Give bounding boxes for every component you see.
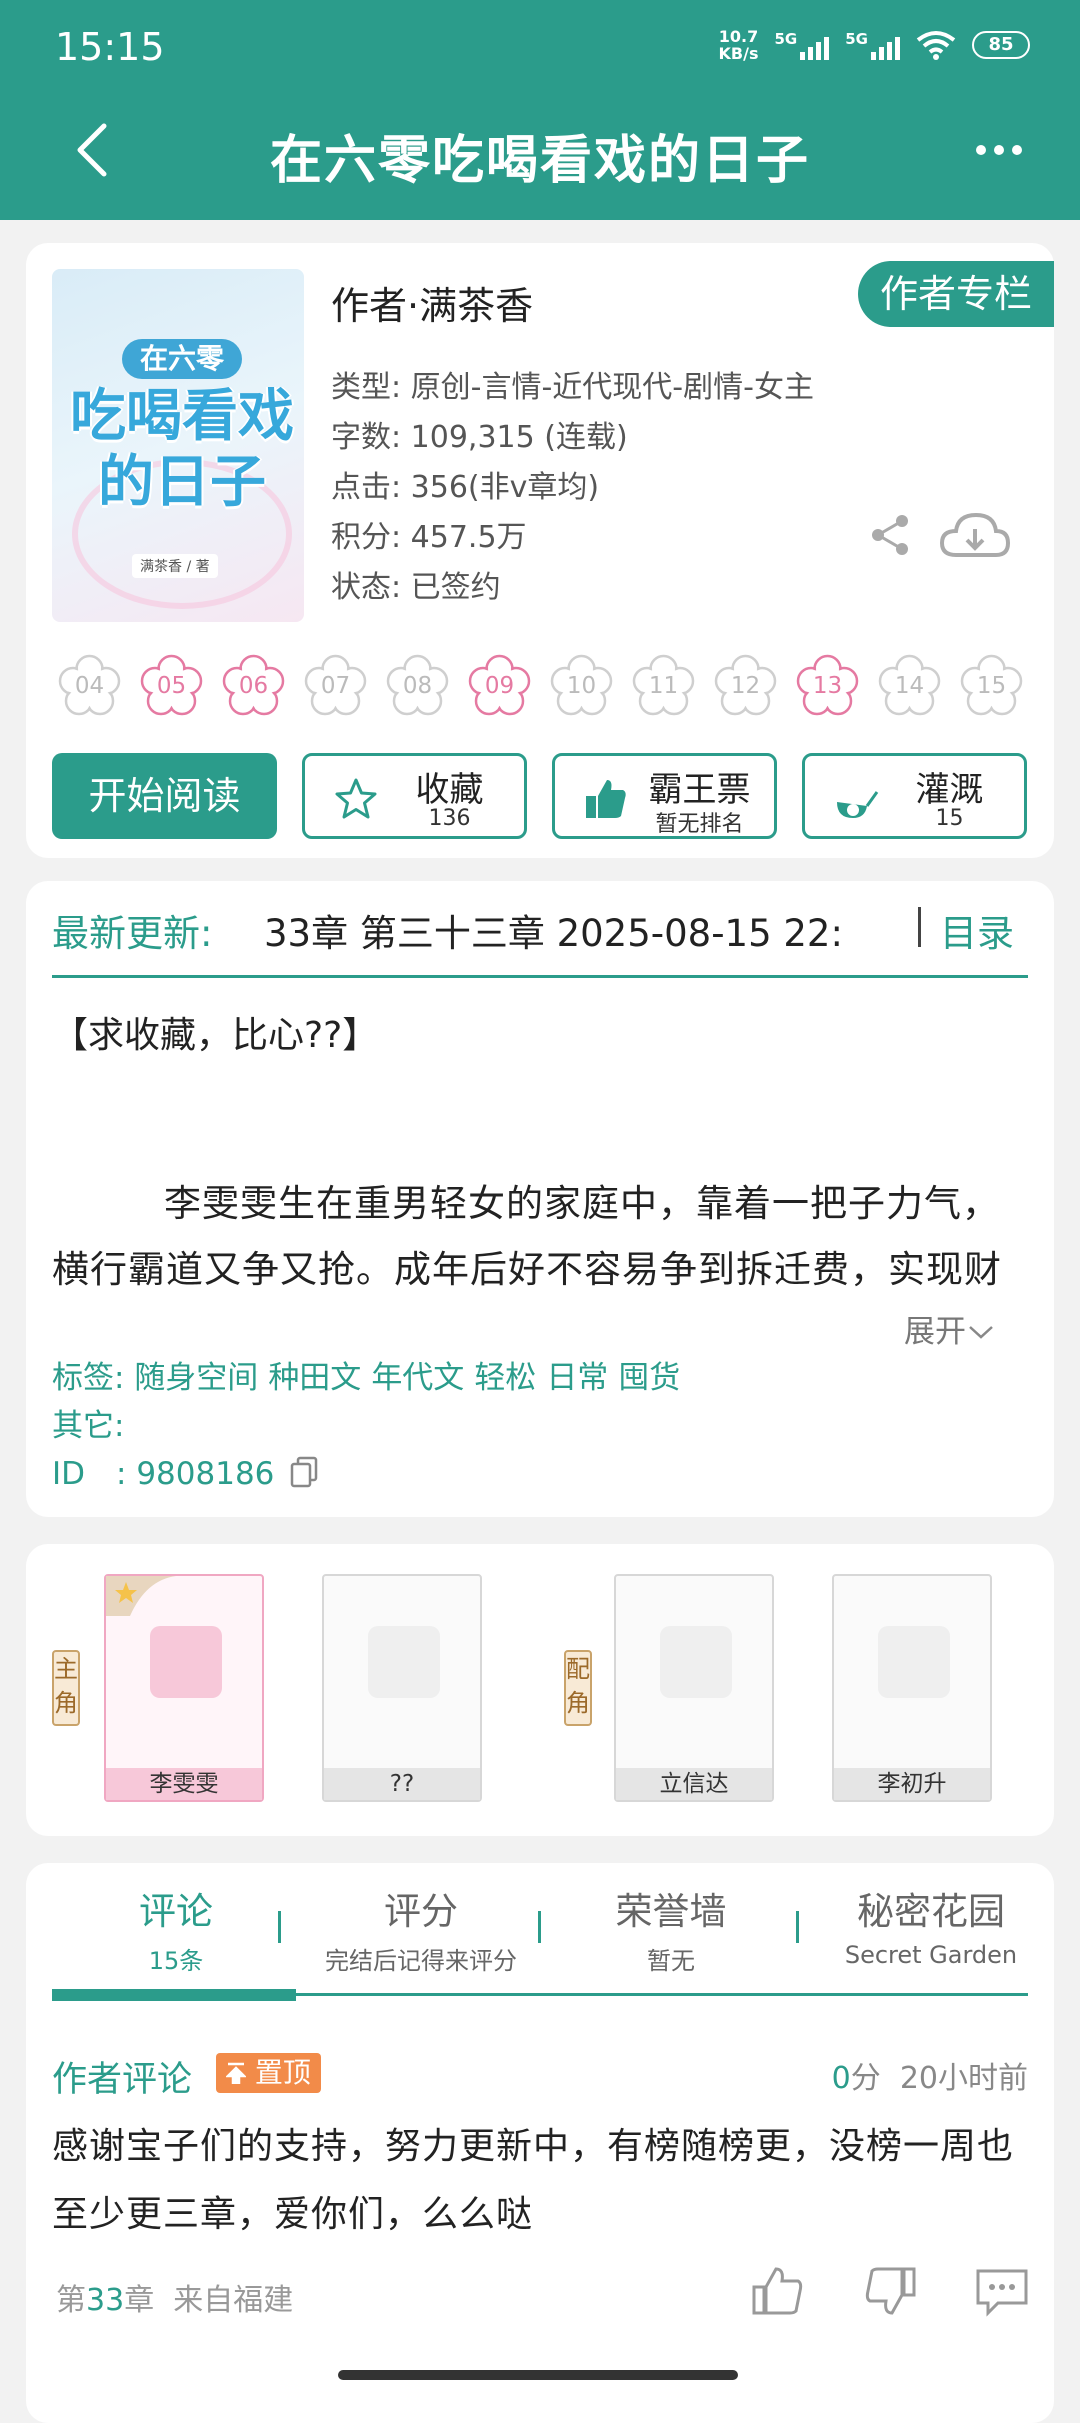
other-label: 其它: bbox=[52, 1408, 125, 1444]
author-comment-label: 作者评论 bbox=[52, 2060, 193, 2100]
tab-divider bbox=[278, 1911, 281, 1943]
more-dots-icon[interactable] bbox=[976, 145, 1022, 155]
avatar bbox=[660, 1626, 732, 1698]
net-speed: 10.7 KB/s bbox=[718, 27, 759, 63]
tag[interactable]: 年代文 bbox=[371, 1360, 464, 1396]
star-badge-icon bbox=[106, 1576, 176, 1616]
action-row: 开始阅读 收藏 136 霸王票 暂无排名 灌溉 15 bbox=[52, 753, 1027, 839]
flower-icon: 12 bbox=[712, 653, 779, 720]
latest-update-row[interactable]: 最新更新: 33章 第三十三章 2025-08-15 22: 目录 bbox=[52, 903, 1028, 953]
flower-icon: 11 bbox=[630, 653, 697, 720]
home-indicator[interactable] bbox=[338, 2370, 738, 2380]
intro-title: 【求收藏，比心??】 bbox=[52, 1015, 379, 1056]
role-card[interactable]: 立信达 bbox=[614, 1574, 774, 1802]
latest-update-label: 最新更新: bbox=[52, 912, 213, 953]
support-role-tag: 配角 bbox=[564, 1650, 592, 1726]
status-icons: 10.7 KB/s 5G 5G 85 bbox=[719, 28, 1030, 62]
latest-update-card: 最新更新: 33章 第三十三章 2025-08-15 22: 目录 【求收藏，比… bbox=[26, 881, 1054, 1517]
battery-icon: 85 bbox=[972, 31, 1030, 59]
tab-divider bbox=[796, 1911, 799, 1943]
roles-card: 主角 李雯雯 ?? 配角 立信达 李初升 bbox=[26, 1544, 1054, 1836]
favorite-button[interactable]: 收藏 136 bbox=[302, 753, 527, 839]
flower-icon: 04 bbox=[56, 653, 123, 720]
flower-rating-row: 04 05 06 07 08 09 10 11 12 13 14 15 bbox=[56, 653, 1025, 720]
flower-icon: 08 bbox=[384, 653, 451, 720]
avatar bbox=[368, 1626, 440, 1698]
water-button[interactable]: 灌溉 15 bbox=[802, 753, 1027, 839]
ticket-button[interactable]: 霸王票 暂无排名 bbox=[552, 753, 777, 839]
comment-body: 感谢宝子们的支持，努力更新中，有榜随榜更，没榜一周也至少更三章，爱你们，么么哒 bbox=[52, 2126, 1015, 2235]
start-reading-button[interactable]: 开始阅读 bbox=[52, 753, 277, 839]
download-cloud-icon[interactable] bbox=[938, 509, 1012, 563]
author-name[interactable]: 作者·满茶香 bbox=[331, 275, 533, 330]
flower-icon: 10 bbox=[548, 653, 615, 720]
tags-section: 标签: 随身空间 种田文 年代文 轻松 日常 囤货 其它: ID : 9808186 bbox=[52, 1354, 690, 1498]
signal-icon: 5G bbox=[845, 30, 900, 60]
status-time: 15:15 bbox=[55, 25, 165, 69]
tag[interactable]: 轻松 bbox=[474, 1360, 536, 1396]
top-bar: 15:15 10.7 KB/s 5G 5G 85 在六零吃喝看戏的日子 bbox=[0, 0, 1080, 220]
tab-indicator bbox=[52, 1989, 296, 2001]
page-title: 在六零吃喝看戏的日子 bbox=[269, 131, 810, 191]
flower-icon: 06 bbox=[220, 653, 287, 720]
flower-icon: 15 bbox=[958, 653, 1025, 720]
flower-icon: 09 bbox=[466, 653, 533, 720]
tab-secret-garden[interactable]: 秘密花园 Secret Garden bbox=[816, 1881, 1046, 1969]
tag[interactable]: 随身空间 bbox=[134, 1360, 258, 1396]
role-card[interactable]: ?? bbox=[322, 1574, 482, 1802]
intro-body: 李雯雯生在重男轻女的家庭中，靠着一把子力气，横行霸道又争又抢。成年后好不容易争到… bbox=[52, 1182, 1002, 1291]
like-icon[interactable] bbox=[750, 2263, 806, 2319]
book-id: ID : 9808186 bbox=[52, 1450, 690, 1498]
pinned-badge: 置顶 bbox=[216, 2053, 321, 2093]
toc-link[interactable]: 目录 bbox=[940, 903, 1014, 953]
tab-divider bbox=[538, 1911, 541, 1943]
comment-meta: 0分 20小时前 bbox=[831, 2061, 1028, 2096]
flower-icon: 14 bbox=[876, 653, 943, 720]
role-card[interactable]: 李雯雯 bbox=[104, 1574, 264, 1802]
flower-icon: 07 bbox=[302, 653, 369, 720]
share-icon[interactable] bbox=[868, 513, 912, 557]
cover-title: 吃喝看戏的日子 bbox=[70, 384, 294, 515]
divider bbox=[52, 975, 1028, 978]
avatar bbox=[150, 1626, 222, 1698]
chevron-down-icon bbox=[969, 1326, 993, 1339]
flower-icon: 13 bbox=[794, 653, 861, 720]
tag[interactable]: 种田文 bbox=[268, 1360, 361, 1396]
expand-button[interactable]: 展开 bbox=[904, 1306, 996, 1351]
tab-comments[interactable]: 评论 15条 bbox=[76, 1881, 276, 1976]
pin-arrow-icon bbox=[224, 2062, 248, 2085]
tab-honor-wall[interactable]: 荣誉墙 暂无 bbox=[556, 1881, 786, 1976]
cover-author: 满茶香 / 著 bbox=[132, 554, 218, 578]
reply-bubble-icon[interactable] bbox=[974, 2263, 1030, 2319]
comments-card: 评论 15条 评分 完结后记得来评分 荣誉墙 暂无 秘密花园 Secret Garden… bbox=[26, 1863, 1054, 2423]
dislike-icon[interactable] bbox=[862, 2263, 918, 2319]
role-card[interactable]: 李初升 bbox=[832, 1574, 992, 1802]
book-cover[interactable]: 在六零 吃喝看戏的日子 满茶香 / 著 bbox=[52, 269, 304, 622]
tag[interactable]: 日常 bbox=[546, 1360, 608, 1396]
copy-icon[interactable] bbox=[290, 1456, 318, 1488]
comment-footer: 第33章 来自福建 bbox=[56, 2283, 294, 2318]
flower-icon: 05 bbox=[138, 653, 205, 720]
avatar bbox=[878, 1626, 950, 1698]
book-meta: 类型: 原创-言情-近代现代-剧情-女主 字数: 109,315 (连载) 点击… bbox=[331, 370, 814, 605]
latest-update-text[interactable]: 33章 第三十三章 2025-08-15 22: bbox=[264, 903, 914, 953]
tab-rating[interactable]: 评分 完结后记得来评分 bbox=[296, 1881, 546, 1976]
book-info-card: 在六零 吃喝看戏的日子 满茶香 / 著 作者·满茶香 作者专栏 类型: 原创-言… bbox=[26, 243, 1054, 858]
signal-icon: 5G bbox=[775, 30, 830, 60]
divider bbox=[918, 907, 921, 947]
cover-badge: 在六零 bbox=[122, 339, 242, 379]
tag[interactable]: 囤货 bbox=[618, 1360, 680, 1396]
main-role-tag: 主角 bbox=[52, 1650, 80, 1726]
wifi-icon bbox=[916, 31, 956, 60]
author-column-button[interactable]: 作者专栏 bbox=[858, 261, 1054, 327]
